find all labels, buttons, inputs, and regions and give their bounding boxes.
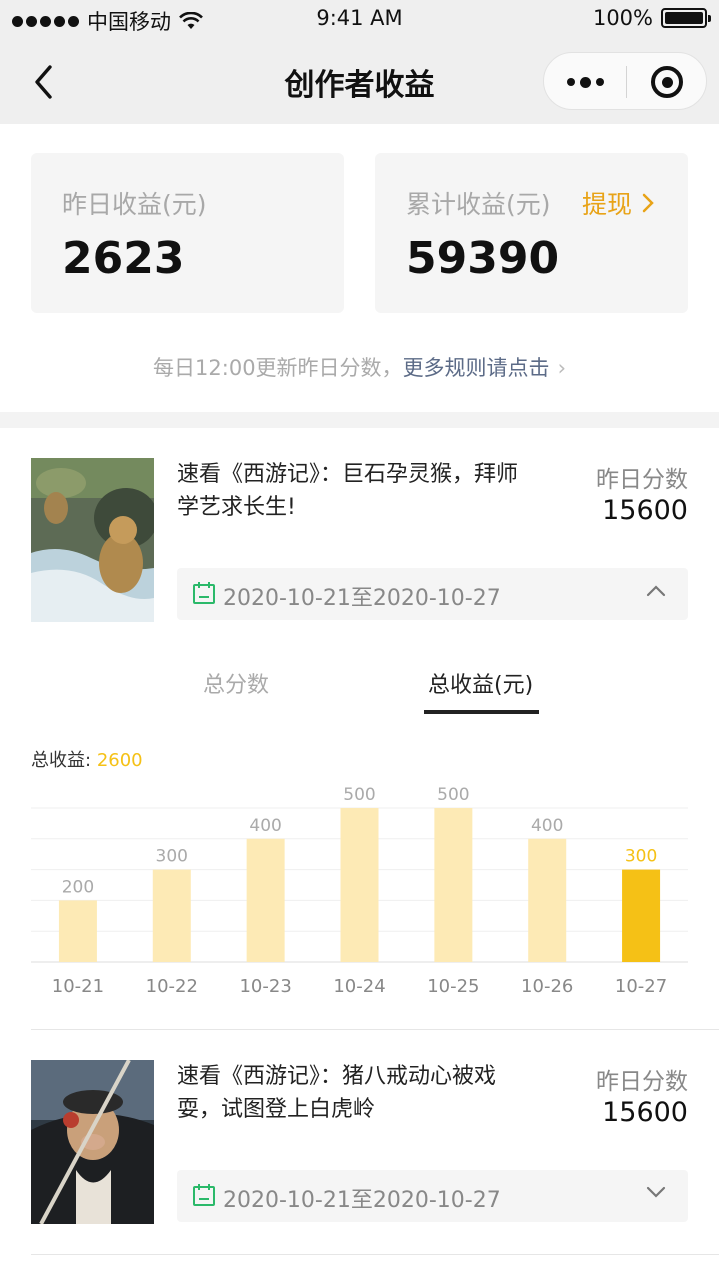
yesterday-earnings-value: 2623 (62, 233, 185, 284)
battery-percent: 100% (592, 6, 653, 30)
video-thumbnail-image (31, 458, 154, 622)
video-thumbnail[interactable] (31, 1060, 154, 1224)
yesterday-earnings-card: 昨日收益(元) 2623 (31, 153, 344, 313)
chart-bar[interactable] (622, 869, 661, 962)
total-earnings-card: 累计收益(元) 提现 59390 (375, 153, 688, 313)
miniprogram-capsule (543, 52, 707, 110)
rule-note: 每日12:00更新昨日分数，更多规则请点击 › (0, 352, 719, 382)
score-value: 15600 (602, 495, 688, 526)
status-bar: 中国移动 9:41 AM 100% (0, 0, 719, 40)
chart-data-label: 200 (62, 877, 94, 897)
date-range-toggle[interactable]: 2020-10-21至2020-10-27 (177, 1170, 688, 1222)
chart-x-tick-label: 10-23 (239, 976, 291, 997)
more-icon (566, 78, 575, 86)
close-miniprogram-button[interactable] (626, 53, 708, 111)
status-right: 100% (592, 6, 711, 30)
chart-x-tick-label: 10-25 (427, 976, 479, 997)
chart-x-tick-label: 10-21 (52, 976, 104, 997)
chevron-up-icon (646, 585, 666, 597)
video-item: 速看《西游记》：猪八戒动心被戏耍，试图登上白虎岭 昨日分数 15600 2020… (0, 1060, 719, 1226)
section-separator (0, 412, 719, 428)
chart-bar[interactable] (434, 808, 473, 962)
video-title[interactable]: 速看《西游记》：巨石孕灵猴，拜师学艺求长生! (177, 458, 537, 524)
withdraw-label: 提现 (582, 190, 633, 219)
chart-total-value: 2600 (96, 750, 143, 771)
calendar-icon (193, 1184, 215, 1206)
chart-bar[interactable] (528, 838, 567, 962)
video-thumbnail-image (31, 1060, 154, 1224)
chevron-down-icon (646, 1186, 666, 1198)
rule-note-text: 每日12:00更新昨日分数， (153, 356, 403, 380)
date-range-text: 2020-10-21至2020-10-27 (223, 586, 501, 611)
total-earnings-label: 累计收益(元) (406, 190, 551, 219)
chart-bar[interactable] (152, 869, 191, 962)
total-earnings-value: 59390 (406, 233, 560, 284)
tab-total-score[interactable]: 总分数 (203, 667, 269, 699)
tab-total-income[interactable]: 总收益(元) (428, 667, 533, 699)
active-tab-indicator (424, 710, 539, 714)
nav-bar: 创作者收益 (0, 40, 719, 124)
score-label: 昨日分数 (596, 467, 688, 493)
chart-data-label: 300 (625, 847, 657, 867)
chart-x-tick-label: 10-22 (146, 976, 198, 997)
chevron-right-icon: › (557, 356, 566, 380)
yesterday-earnings-label: 昨日收益(元) (62, 190, 207, 219)
date-range-text: 2020-10-21至2020-10-27 (223, 1188, 501, 1213)
chart-total: 总收益: 2600 (31, 746, 143, 772)
chart-data-label: 400 (249, 816, 281, 836)
chart-x-tick-label: 10-24 (333, 976, 385, 997)
score-value: 15600 (602, 1097, 688, 1128)
video-title[interactable]: 速看《西游记》：猪八戒动心被戏耍，试图登上白虎岭 (177, 1060, 537, 1126)
chart-x-tick-label: 10-27 (615, 976, 667, 997)
chart-total-label: 总收益: (31, 750, 92, 771)
chart-data-label: 500 (437, 785, 469, 805)
video-thumbnail[interactable] (31, 458, 154, 622)
score-label: 昨日分数 (596, 1069, 688, 1095)
rules-link[interactable]: 更多规则请点击 (403, 356, 550, 380)
item-divider (31, 1254, 719, 1255)
chart-data-label: 300 (156, 847, 188, 867)
calendar-icon (193, 582, 215, 604)
target-icon (651, 66, 683, 98)
video-item: 速看《西游记》：巨石孕灵猴，拜师学艺求长生! 昨日分数 15600 2020-1… (0, 458, 719, 624)
chart-x-tick-label: 10-26 (521, 976, 573, 997)
chart-data-label: 500 (343, 785, 375, 805)
more-button[interactable] (544, 53, 626, 111)
chart-data-label: 400 (531, 816, 563, 836)
income-bar-chart: 200 10-21 300 10-22 400 10-23 500 10-24 500 10-25… (31, 785, 688, 997)
chart-bar[interactable] (246, 838, 285, 962)
chart-bar[interactable] (58, 900, 97, 962)
battery-icon (661, 8, 711, 28)
item-divider (31, 1029, 719, 1030)
chevron-right-icon (642, 193, 654, 213)
date-range-toggle[interactable]: 2020-10-21至2020-10-27 (177, 568, 688, 620)
chart-bar[interactable] (340, 808, 379, 962)
withdraw-button[interactable]: 提现 (582, 185, 654, 221)
